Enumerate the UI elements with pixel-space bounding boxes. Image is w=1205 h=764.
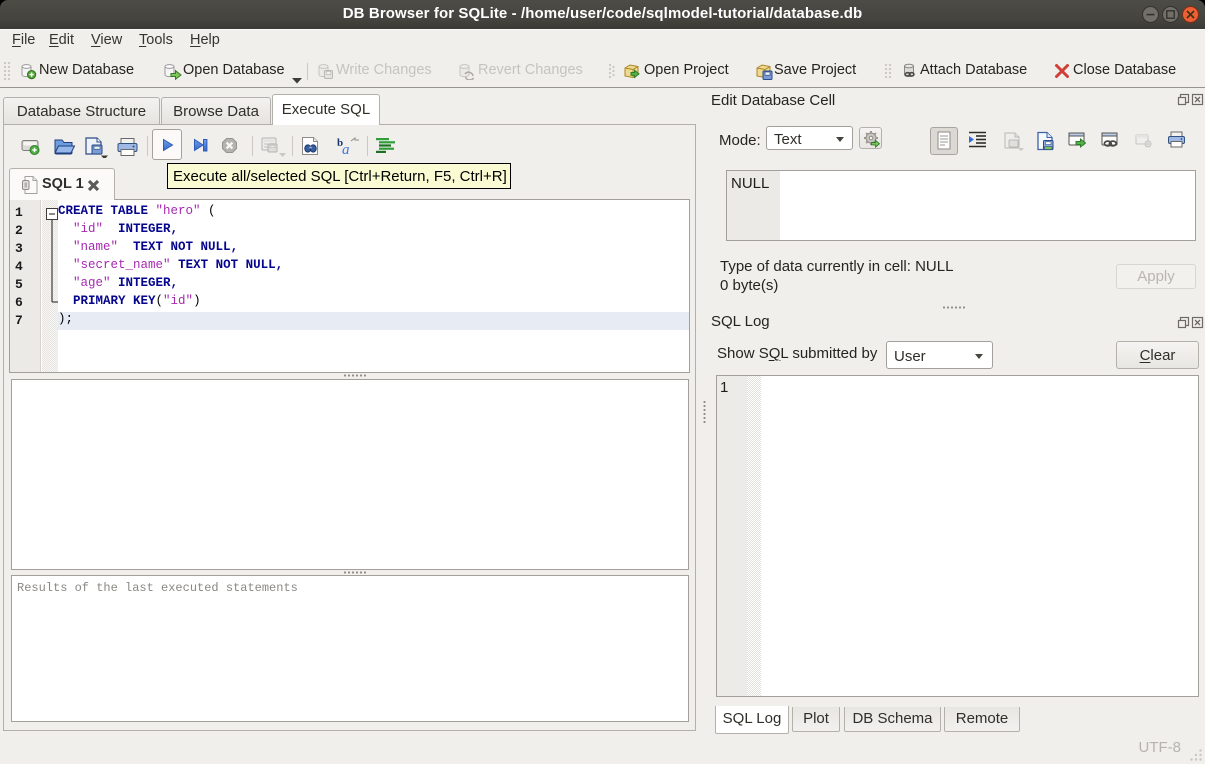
svg-text:a: a	[342, 142, 350, 157]
